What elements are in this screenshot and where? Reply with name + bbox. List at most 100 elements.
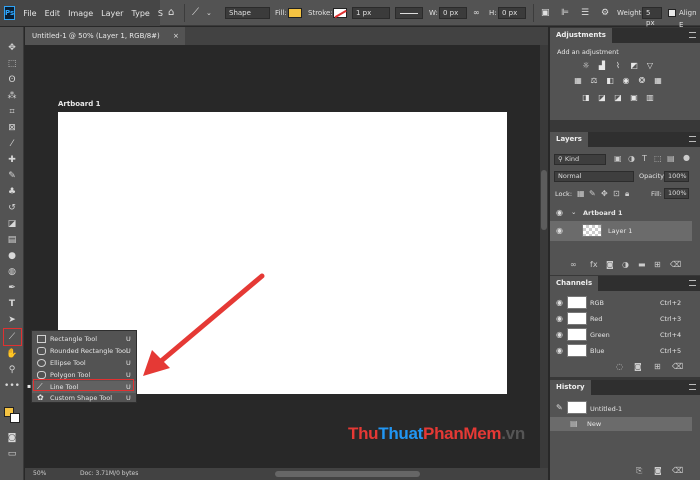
- delete-icon[interactable]: ⌫: [672, 362, 683, 371]
- layer-filter-select[interactable]: ⚲ Kind: [554, 154, 606, 165]
- history-snapshot-row[interactable]: ✎ Untitled-1: [550, 399, 692, 417]
- delete-icon[interactable]: ⌫: [672, 466, 683, 475]
- history-brush-source-icon[interactable]: ✎: [556, 403, 563, 412]
- filter-smart-object-icon[interactable]: ▤: [667, 154, 675, 163]
- history-state-row[interactable]: ▤ New: [550, 417, 692, 431]
- black-white-icon[interactable]: ◧: [605, 76, 615, 85]
- document-icon: ▤: [570, 419, 578, 428]
- delete-icon[interactable]: ⌫: [670, 260, 681, 269]
- channel-thumbnail: [567, 344, 587, 357]
- channel-shortcut: Ctrl+2: [660, 299, 682, 307]
- channels-panel: ◉ RGB Ctrl+2 ◉ Red Ctrl+3 ◉ Green Ctrl+4…: [550, 291, 700, 377]
- channel-row-blue[interactable]: ◉ Blue Ctrl+5: [550, 343, 692, 359]
- layer-style-icon[interactable]: fx: [590, 260, 598, 269]
- search-icon: ⚲: [558, 155, 565, 163]
- opacity-label: Opacity:: [639, 172, 666, 180]
- posterize-icon[interactable]: ◪: [597, 93, 607, 102]
- layer-fill-input[interactable]: 100%: [664, 188, 689, 199]
- eye-icon[interactable]: ◉: [556, 346, 563, 355]
- channel-row-rgb[interactable]: ◉ RGB Ctrl+2: [550, 295, 692, 311]
- channels-tab[interactable]: Channels: [550, 276, 599, 291]
- gradient-map-icon[interactable]: ▥: [645, 93, 655, 102]
- panel-menu-icon[interactable]: [689, 136, 696, 142]
- photo-filter-icon[interactable]: ◉: [621, 76, 631, 85]
- new-layer-icon[interactable]: ⊞: [654, 260, 661, 269]
- adjustments-subtitle: Add an adjustment: [557, 48, 619, 56]
- eye-icon[interactable]: ◉: [556, 208, 563, 217]
- color-lookup-icon[interactable]: ▦: [653, 76, 663, 85]
- channel-name: Red: [590, 315, 603, 323]
- new-channel-icon[interactable]: ⊞: [654, 362, 661, 371]
- snapshot-thumbnail: [567, 401, 587, 414]
- new-group-icon[interactable]: ▬: [638, 260, 646, 269]
- layers-panel: ⚲ Kind ▣ ◑ T ⬚ ▤ ● Normal Opacity: 100% …: [550, 147, 700, 275]
- panel-menu-icon[interactable]: [689, 280, 696, 286]
- levels-icon[interactable]: ▟: [597, 61, 607, 70]
- color-balance-icon[interactable]: ⚖: [589, 76, 599, 85]
- channel-name: Green: [590, 331, 610, 339]
- channel-name: RGB: [590, 299, 605, 307]
- brightness-contrast-icon[interactable]: ☼: [581, 61, 591, 70]
- watermark-part: Thuat: [378, 424, 424, 443]
- channel-row-green[interactable]: ◉ Green Ctrl+4: [550, 327, 692, 343]
- blend-mode-select[interactable]: Normal: [554, 171, 634, 182]
- hue-saturation-icon[interactable]: ▦: [573, 76, 583, 85]
- channel-thumbnail: [567, 328, 587, 341]
- exposure-icon[interactable]: ◩: [629, 61, 639, 70]
- panel-menu-icon[interactable]: [689, 32, 696, 38]
- layer-fill-value: 100%: [668, 189, 687, 197]
- lock-artboard-icon[interactable]: ⊡: [613, 189, 620, 198]
- filter-toggle-icon[interactable]: ●: [683, 153, 690, 162]
- chevron-down-icon[interactable]: ⌄: [571, 208, 576, 216]
- filter-shape-icon[interactable]: ⬚: [654, 154, 662, 163]
- layer-filter-value: Kind: [564, 155, 580, 163]
- new-adjustment-layer-icon[interactable]: ◑: [622, 260, 629, 269]
- channel-name: Blue: [590, 347, 605, 355]
- layer-fill-label: Fill:: [651, 190, 662, 198]
- filter-pixel-icon[interactable]: ▣: [614, 154, 622, 163]
- save-selection-icon[interactable]: ◙: [634, 362, 642, 371]
- watermark-logo: ThuThuatPhanMem.vn: [348, 424, 525, 444]
- load-selection-icon[interactable]: ◌: [616, 362, 623, 371]
- invert-icon[interactable]: ◨: [581, 93, 591, 102]
- lock-transparency-icon[interactable]: ▦: [577, 189, 585, 198]
- filter-adjustment-icon[interactable]: ◑: [628, 154, 635, 163]
- new-document-from-state-icon[interactable]: ⎘: [636, 466, 642, 476]
- opacity-input[interactable]: 100%: [664, 171, 689, 182]
- history-tab[interactable]: History: [550, 380, 591, 395]
- curves-icon[interactable]: ⌇: [613, 61, 623, 70]
- add-mask-icon[interactable]: ◙: [606, 260, 614, 269]
- blend-mode-value: Normal: [558, 172, 582, 180]
- threshold-icon[interactable]: ◪: [613, 93, 623, 102]
- eye-icon[interactable]: ◉: [556, 314, 563, 323]
- layer-row-artboard[interactable]: ◉ ⌄ Artboard 1: [550, 205, 692, 221]
- layer-name: Artboard 1: [583, 209, 623, 217]
- layer-thumbnail: [582, 224, 602, 237]
- history-state-name: New: [587, 420, 602, 428]
- layer-row-layer1[interactable]: ◉ Layer 1: [550, 221, 692, 241]
- eye-icon[interactable]: ◉: [556, 298, 563, 307]
- layers-tab[interactable]: Layers: [550, 132, 588, 147]
- channel-shortcut: Ctrl+5: [660, 347, 682, 355]
- lock-image-icon[interactable]: ✎: [589, 189, 596, 198]
- panel-menu-icon[interactable]: [689, 384, 696, 390]
- lock-position-icon[interactable]: ✥: [601, 189, 608, 198]
- filter-type-icon[interactable]: T: [642, 154, 647, 163]
- eye-icon[interactable]: ◉: [556, 226, 563, 235]
- camera-icon[interactable]: ◙: [654, 466, 662, 475]
- watermark-part: PhanMem: [423, 424, 502, 443]
- channel-mixer-icon[interactable]: ❂: [637, 76, 647, 85]
- link-layers-icon[interactable]: ∞: [570, 260, 577, 269]
- channel-shortcut: Ctrl+4: [660, 331, 682, 339]
- channel-row-red[interactable]: ◉ Red Ctrl+3: [550, 311, 692, 327]
- watermark-part: Thu: [348, 424, 379, 443]
- vibrance-icon[interactable]: ▽: [645, 61, 655, 70]
- selective-color-icon[interactable]: ▣: [629, 93, 639, 102]
- eye-icon[interactable]: ◉: [556, 330, 563, 339]
- opacity-value: 100%: [668, 172, 687, 180]
- channels-panel-header: Channels: [550, 276, 700, 291]
- lock-label: Lock:: [555, 190, 573, 198]
- lock-icon[interactable]: 🔒︎: [625, 189, 629, 199]
- adjustments-tab[interactable]: Adjustments: [550, 28, 612, 43]
- layers-panel-header: Layers: [550, 132, 700, 147]
